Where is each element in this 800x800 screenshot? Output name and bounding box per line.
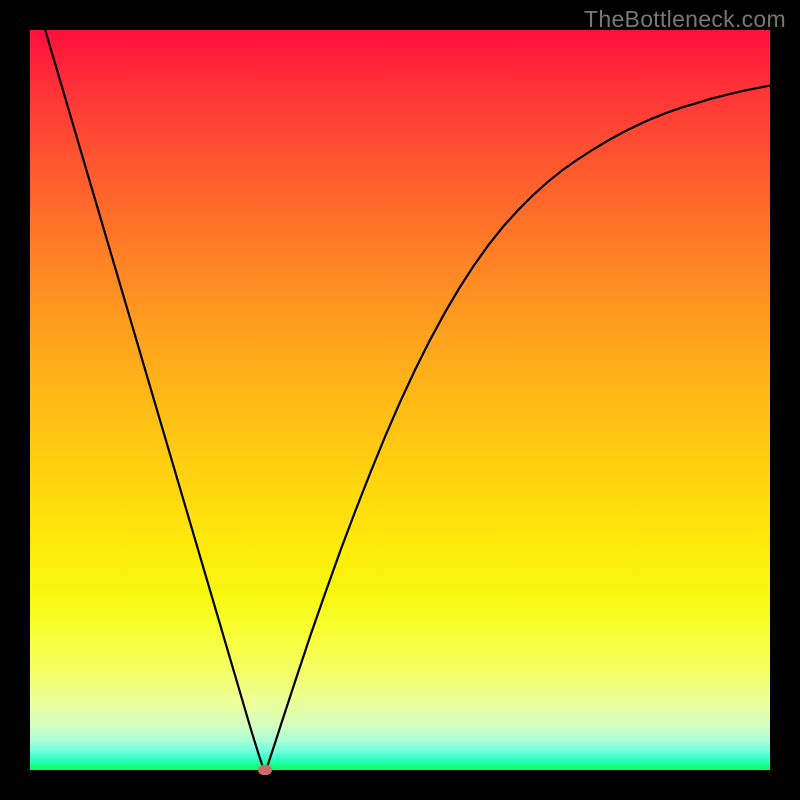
bottleneck-curve: [30, 0, 770, 768]
curve-svg: [30, 30, 770, 770]
chart-frame: TheBottleneck.com: [0, 0, 800, 800]
plot-area: [30, 30, 770, 770]
watermark-text: TheBottleneck.com: [584, 6, 786, 33]
optimal-point-marker: [258, 765, 272, 775]
